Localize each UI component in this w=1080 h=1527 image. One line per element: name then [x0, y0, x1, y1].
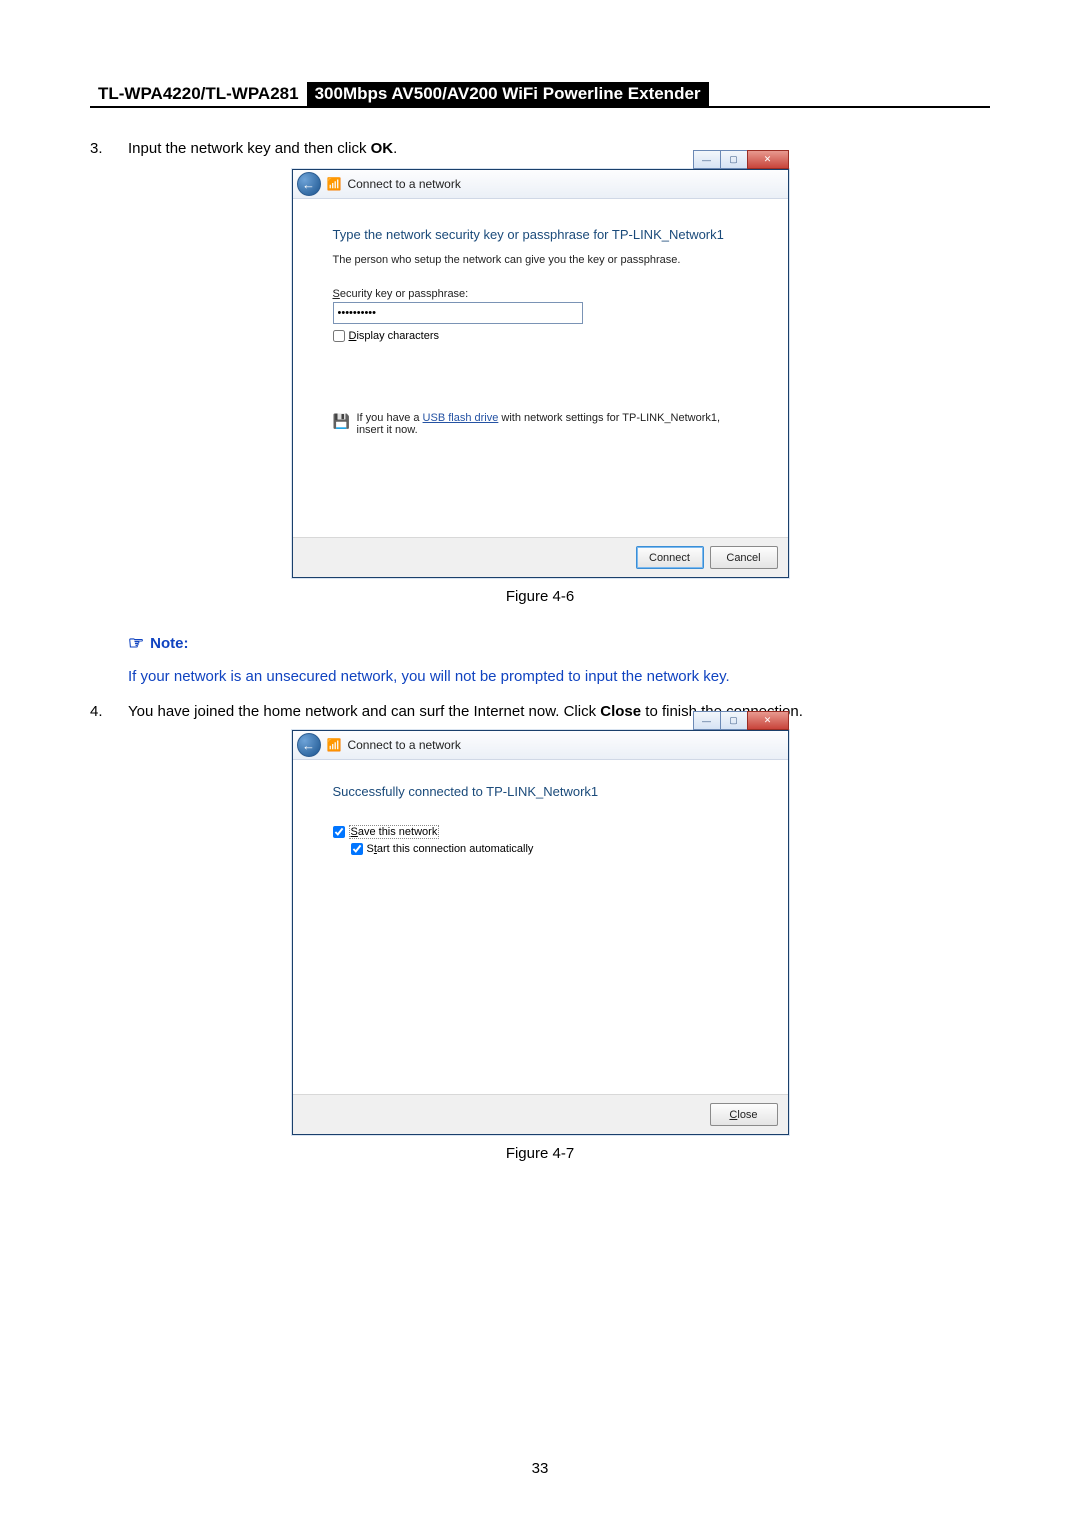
step4-bold: Close	[600, 703, 641, 720]
doc-header: TL-WPA4220/TL-WPA281 300Mbps AV500/AV200…	[90, 80, 990, 108]
wifi-icon: 📶	[327, 177, 342, 191]
arrow-left-icon: ←	[302, 177, 315, 192]
step3-pre: Input the network key and then click	[128, 140, 371, 157]
window-controls-2: — ▢ ✕	[694, 711, 789, 730]
security-key-input[interactable]	[333, 302, 583, 324]
pointing-hand-icon: ☞	[128, 633, 144, 654]
step-3: 3. Input the network key and then click …	[90, 140, 990, 157]
close-window-button[interactable]: ✕	[747, 150, 789, 169]
step4-a: You have joined the home network and can…	[128, 703, 600, 720]
usb-hint-row: 💾 If you have a USB flash drive with net…	[333, 412, 748, 436]
window-controls: — ▢ ✕	[694, 150, 789, 169]
dialog-body: Type the network security key or passphr…	[293, 199, 788, 537]
step-3-text: Input the network key and then click OK.	[128, 140, 990, 157]
page-number: 33	[0, 1460, 1080, 1477]
start-automatically-row: Start this connection automatically	[351, 843, 748, 855]
close-window-button-2[interactable]: ✕	[747, 711, 789, 730]
cancel-button[interactable]: Cancel	[710, 546, 778, 569]
start-automatically-checkbox[interactable]	[351, 843, 363, 855]
figure-4-6-caption: Figure 4-6	[90, 588, 990, 605]
step3-bold: OK	[371, 140, 394, 157]
usb-hint-text: If you have a USB flash drive with netwo…	[357, 412, 748, 436]
dialog-footer-2: Close	[293, 1094, 788, 1134]
connect-network-dialog-1: — ▢ ✕ ← 📶 Connect to a network Type the …	[292, 169, 789, 578]
usb-pre: If you have a	[357, 412, 423, 424]
dialog-heading: Type the network security key or passphr…	[333, 227, 748, 242]
step-4: 4. You have joined the home network and …	[90, 703, 990, 720]
note-heading: ☞ Note:	[128, 633, 990, 654]
dialog-title: Connect to a network	[347, 177, 460, 191]
minimize-button[interactable]: —	[693, 150, 721, 169]
dialog-titlebar: ← 📶 Connect to a network	[293, 170, 788, 199]
arrow-left-icon-2: ←	[302, 738, 315, 753]
step3-post: .	[393, 140, 397, 157]
step-4-text: You have joined the home network and can…	[128, 703, 990, 720]
save-network-row: Save this network	[333, 825, 748, 839]
note-label: Note:	[150, 635, 188, 652]
dialog-titlebar-2: ← 📶 Connect to a network	[293, 731, 788, 760]
header-model: TL-WPA4220/TL-WPA281	[90, 84, 307, 106]
start-automatically-label: Start this connection automatically	[367, 843, 534, 855]
maximize-button[interactable]: ▢	[720, 150, 748, 169]
usb-flash-drive-link[interactable]: USB flash drive	[423, 412, 499, 424]
display-characters-checkbox[interactable]	[333, 330, 345, 342]
save-network-checkbox[interactable]	[333, 826, 345, 838]
display-characters-label: Display characters	[349, 330, 440, 342]
save-network-label: Save this network	[349, 825, 440, 839]
figure-4-7-caption: Figure 4-7	[90, 1145, 990, 1162]
dialog-title-2: Connect to a network	[347, 738, 460, 752]
security-key-label: SSecurity key or passphrase:ecurity key …	[333, 288, 748, 300]
step-4-number: 4.	[90, 703, 128, 720]
back-button[interactable]: ←	[297, 172, 321, 196]
dialog-body-2: Successfully connected to TP-LINK_Networ…	[293, 760, 788, 1094]
connect-network-dialog-2: — ▢ ✕ ← 📶 Connect to a network Successfu…	[292, 730, 789, 1135]
note-text: If your network is an unsecured network,…	[128, 668, 990, 685]
back-button-2[interactable]: ←	[297, 733, 321, 757]
success-heading: Successfully connected to TP-LINK_Networ…	[333, 784, 748, 799]
step-3-number: 3.	[90, 140, 128, 157]
dialog-footer: Connect Cancel	[293, 537, 788, 577]
dialog-subtext: The person who setup the network can giv…	[333, 254, 748, 266]
minimize-button-2[interactable]: —	[693, 711, 721, 730]
header-title: 300Mbps AV500/AV200 WiFi Powerline Exten…	[307, 82, 709, 106]
maximize-button-2[interactable]: ▢	[720, 711, 748, 730]
close-button[interactable]: Close	[710, 1103, 778, 1126]
connect-button[interactable]: Connect	[636, 546, 704, 569]
usb-drive-icon: 💾	[333, 412, 357, 436]
wifi-icon-2: 📶	[327, 738, 342, 752]
display-characters-row: Display characters	[333, 330, 748, 342]
